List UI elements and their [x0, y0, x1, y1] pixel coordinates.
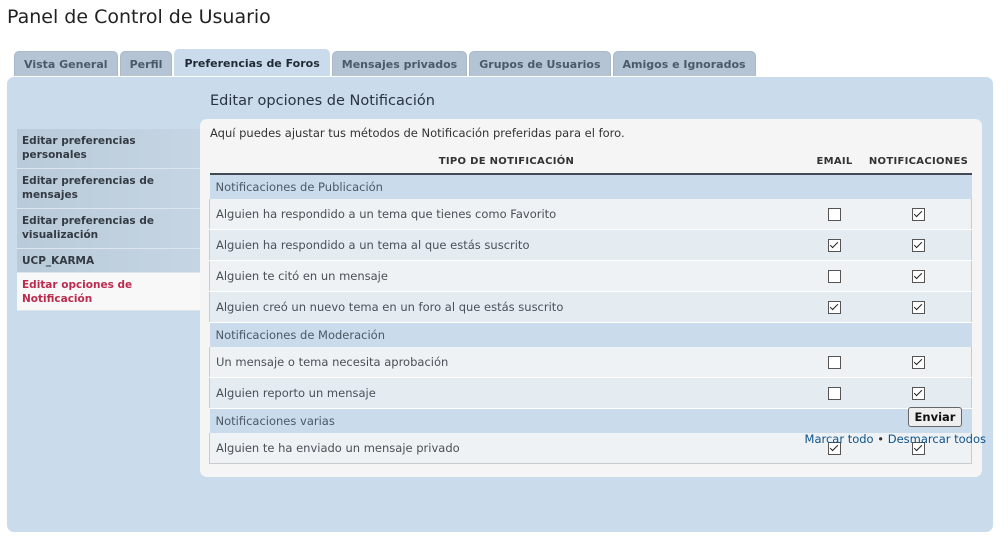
link-separator: •	[877, 432, 885, 446]
row-label: Alguien reporto un mensaje	[209, 377, 804, 409]
unmark-all-link[interactable]: Desmarcar todos	[888, 432, 986, 446]
table-row: Alguien ha respondido a un tema que tien…	[209, 199, 972, 230]
table-row: Alguien creó un nuevo tema en un foro al…	[209, 291, 972, 323]
section-row: Notificaciones de Moderación	[209, 322, 972, 347]
intro-text: Aquí puedes ajustar tus métodos de Notif…	[210, 126, 625, 140]
tab-grupos-usuarios[interactable]: Grupos de Usuarios	[469, 51, 611, 76]
section-title: Notificaciones de Publicación	[209, 174, 972, 199]
notification-box: Aquí puedes ajustar tus métodos de Notif…	[200, 119, 982, 477]
sidebar-item-label: UCP_KARMA	[22, 255, 95, 267]
tab-preferencias-foros[interactable]: Preferencias de Foros	[174, 49, 330, 76]
table-row: Alguien ha respondido a un tema al que e…	[209, 229, 972, 261]
row-label: Alguien creó un nuevo tema en un foro al…	[209, 291, 804, 323]
tab-bar: Vista General Perfil Preferencias de For…	[14, 49, 756, 77]
checkbox-icon[interactable]	[911, 356, 925, 369]
tab-mensajes-privados[interactable]: Mensajes privados	[331, 51, 468, 76]
section-title: Notificaciones varias	[209, 408, 972, 433]
checkbox-icon[interactable]	[828, 270, 841, 283]
checkbox-icon[interactable]	[911, 301, 925, 314]
row-label: Alguien ha respondido a un tema al que e…	[209, 229, 804, 261]
checkbox-icon[interactable]	[828, 387, 841, 400]
table-row: Un mensaje o tema necesita aprobación	[209, 347, 972, 378]
mark-all-link[interactable]: Marcar todo	[805, 432, 874, 446]
checkbox-icon[interactable]	[828, 301, 841, 314]
section-row: Notificaciones de Publicación	[209, 174, 972, 199]
row-label: Alguien ha respondido a un tema que tien…	[209, 199, 804, 230]
sidebar-item-label: Editar preferencias de visualización	[22, 215, 154, 241]
page-title: Panel de Control de Usuario	[7, 6, 271, 28]
sidebar: Editar preferencias personales Editar pr…	[17, 129, 200, 311]
row-label: Alguien te citó en un mensaje	[209, 260, 804, 292]
sidebar-item-label: Editar opciones de Notificación	[22, 279, 133, 305]
notification-table: TIPO DE NOTIFICACIÓN EMAIL NOTIFICACIONE…	[209, 149, 972, 464]
sidebar-item-visualizacion[interactable]: Editar preferencias de visualización	[17, 209, 200, 249]
main-panel: Editar preferencias personales Editar pr…	[7, 77, 993, 532]
sidebar-item-label: Editar preferencias personales	[22, 135, 136, 161]
header-email: EMAIL	[803, 149, 866, 175]
checkbox-icon[interactable]	[911, 270, 925, 283]
checkbox-icon[interactable]	[911, 208, 925, 221]
row-label: Un mensaje o tema necesita aprobación	[209, 347, 804, 378]
header-notifications: NOTIFICACIONES	[865, 149, 972, 175]
checkbox-icon[interactable]	[828, 208, 841, 221]
sidebar-item-notificacion[interactable]: Editar opciones de Notificación	[17, 273, 200, 311]
header-type: TIPO DE NOTIFICACIÓN	[209, 149, 804, 175]
checkbox-icon[interactable]	[911, 387, 925, 400]
submit-button[interactable]: Enviar	[908, 407, 962, 427]
tab-vista-general[interactable]: Vista General	[14, 51, 118, 76]
tab-perfil[interactable]: Perfil	[119, 51, 173, 76]
section-row: Notificaciones varias	[209, 408, 972, 433]
content-title: Editar opciones de Notificación	[210, 93, 435, 109]
sidebar-item-personal[interactable]: Editar preferencias personales	[17, 129, 200, 169]
table-row: Alguien te citó en un mensaje	[209, 260, 972, 292]
sidebar-item-karma[interactable]: UCP_KARMA	[17, 249, 200, 273]
sidebar-item-label: Editar preferencias de mensajes	[22, 175, 154, 201]
checkbox-icon[interactable]	[828, 239, 841, 252]
table-row: Alguien reporto un mensaje	[209, 377, 972, 409]
tab-amigos-ignorados[interactable]: Amigos e Ignorados	[612, 51, 756, 76]
sidebar-item-mensajes[interactable]: Editar preferencias de mensajes	[17, 169, 200, 209]
mark-links: Marcar todo • Desmarcar todos	[805, 432, 986, 446]
checkbox-icon[interactable]	[828, 356, 841, 369]
section-title: Notificaciones de Moderación	[209, 322, 972, 347]
checkbox-icon[interactable]	[911, 239, 925, 252]
row-label: Alguien te ha enviado un mensaje privado	[209, 433, 804, 464]
